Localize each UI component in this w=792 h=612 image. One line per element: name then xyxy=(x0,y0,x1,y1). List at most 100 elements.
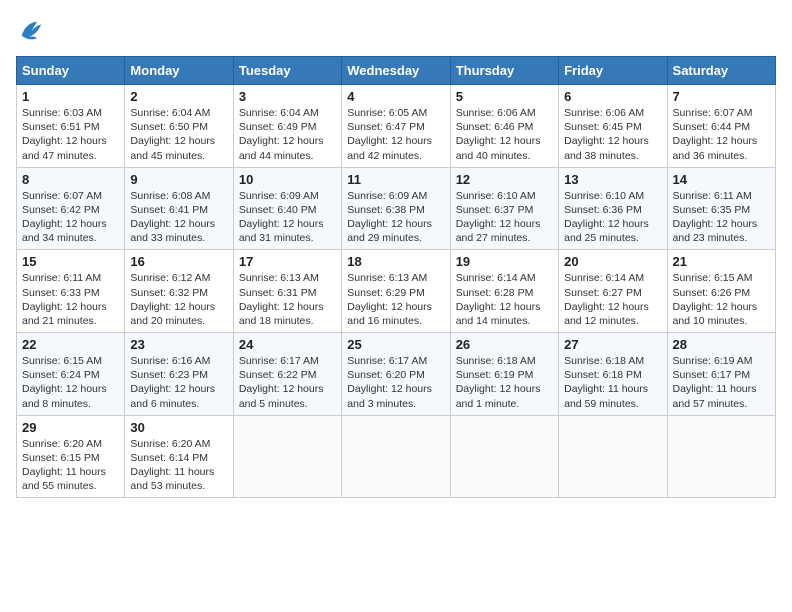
calendar-cell: 7 Sunrise: 6:07 AMSunset: 6:44 PMDaylight… xyxy=(667,85,775,168)
calendar-cell: 5Sunrise: 6:06 AMSunset: 6:46 PMDaylight… xyxy=(450,85,558,168)
cell-details: Sunrise: 6:11 AMSunset: 6:35 PMDaylight:… xyxy=(673,189,770,246)
calendar-cell: 9 Sunrise: 6:08 AMSunset: 6:41 PMDaylight… xyxy=(125,167,233,250)
cell-details: Sunrise: 6:10 AMSunset: 6:37 PMDaylight:… xyxy=(456,189,553,246)
calendar-cell: 6 Sunrise: 6:06 AMSunset: 6:45 PMDaylight… xyxy=(559,85,667,168)
day-number: 27 xyxy=(564,337,661,352)
calendar-cell: 14Sunrise: 6:11 AMSunset: 6:35 PMDayligh… xyxy=(667,167,775,250)
cell-details: Sunrise: 6:19 AMSunset: 6:17 PMDaylight:… xyxy=(673,354,770,411)
day-number: 12 xyxy=(456,172,553,187)
cell-details: Sunrise: 6:05 AMSunset: 6:47 PMDaylight:… xyxy=(347,106,444,163)
header-saturday: Saturday xyxy=(667,57,775,85)
day-number: 17 xyxy=(239,254,336,269)
calendar-cell: 26 Sunrise: 6:18 AMSunset: 6:19 PMDayligh… xyxy=(450,333,558,416)
calendar-cell: 17 Sunrise: 6:13 AMSunset: 6:31 PMDayligh… xyxy=(233,250,341,333)
day-number: 11 xyxy=(347,172,444,187)
calendar-cell: 21 Sunrise: 6:15 AMSunset: 6:26 PMDayligh… xyxy=(667,250,775,333)
logo xyxy=(16,16,48,44)
cell-details: Sunrise: 6:08 AMSunset: 6:41 PMDaylight:… xyxy=(130,189,227,246)
cell-details: Sunrise: 6:09 AMSunset: 6:40 PMDaylight:… xyxy=(239,189,336,246)
day-number: 1 xyxy=(22,89,119,104)
calendar-week-row: 29 Sunrise: 6:20 AMSunset: 6:15 PMDayligh… xyxy=(17,415,776,498)
calendar-week-row: 15 Sunrise: 6:11 AMSunset: 6:33 PMDayligh… xyxy=(17,250,776,333)
calendar-cell: 29 Sunrise: 6:20 AMSunset: 6:15 PMDayligh… xyxy=(17,415,125,498)
header-friday: Friday xyxy=(559,57,667,85)
cell-details: Sunrise: 6:13 AMSunset: 6:29 PMDaylight:… xyxy=(347,271,444,328)
cell-details: Sunrise: 6:09 AMSunset: 6:38 PMDaylight:… xyxy=(347,189,444,246)
day-number: 6 xyxy=(564,89,661,104)
logo-bird-icon xyxy=(16,16,44,44)
calendar-cell xyxy=(342,415,450,498)
calendar-header-row: SundayMondayTuesdayWednesdayThursdayFrid… xyxy=(17,57,776,85)
calendar-cell: 23Sunrise: 6:16 AMSunset: 6:23 PMDayligh… xyxy=(125,333,233,416)
calendar-cell: 25 Sunrise: 6:17 AMSunset: 6:20 PMDayligh… xyxy=(342,333,450,416)
day-number: 2 xyxy=(130,89,227,104)
cell-details: Sunrise: 6:20 AMSunset: 6:14 PMDaylight:… xyxy=(130,437,227,494)
day-number: 25 xyxy=(347,337,444,352)
day-number: 29 xyxy=(22,420,119,435)
cell-details: Sunrise: 6:04 AMSunset: 6:50 PMDaylight:… xyxy=(130,106,227,163)
header-sunday: Sunday xyxy=(17,57,125,85)
calendar-cell: 19 Sunrise: 6:14 AMSunset: 6:28 PMDayligh… xyxy=(450,250,558,333)
cell-details: Sunrise: 6:11 AMSunset: 6:33 PMDaylight:… xyxy=(22,271,119,328)
cell-details: Sunrise: 6:16 AMSunset: 6:23 PMDaylight:… xyxy=(130,354,227,411)
day-number: 24 xyxy=(239,337,336,352)
day-number: 10 xyxy=(239,172,336,187)
day-number: 13 xyxy=(564,172,661,187)
cell-details: Sunrise: 6:14 AMSunset: 6:28 PMDaylight:… xyxy=(456,271,553,328)
day-number: 20 xyxy=(564,254,661,269)
day-number: 30 xyxy=(130,420,227,435)
day-number: 4 xyxy=(347,89,444,104)
calendar-cell: 3Sunrise: 6:04 AMSunset: 6:49 PMDaylight… xyxy=(233,85,341,168)
calendar-cell: 18 Sunrise: 6:13 AMSunset: 6:29 PMDayligh… xyxy=(342,250,450,333)
header-tuesday: Tuesday xyxy=(233,57,341,85)
calendar-cell: 20 Sunrise: 6:14 AMSunset: 6:27 PMDayligh… xyxy=(559,250,667,333)
header-thursday: Thursday xyxy=(450,57,558,85)
cell-details: Sunrise: 6:15 AMSunset: 6:24 PMDaylight:… xyxy=(22,354,119,411)
header-monday: Monday xyxy=(125,57,233,85)
day-number: 21 xyxy=(673,254,770,269)
calendar-cell xyxy=(559,415,667,498)
cell-details: Sunrise: 6:20 AMSunset: 6:15 PMDaylight:… xyxy=(22,437,119,494)
day-number: 18 xyxy=(347,254,444,269)
calendar-cell: 2 Sunrise: 6:04 AMSunset: 6:50 PMDaylight… xyxy=(125,85,233,168)
day-number: 19 xyxy=(456,254,553,269)
cell-details: Sunrise: 6:07 AMSunset: 6:42 PMDaylight:… xyxy=(22,189,119,246)
cell-details: Sunrise: 6:18 AMSunset: 6:18 PMDaylight:… xyxy=(564,354,661,411)
calendar-table: SundayMondayTuesdayWednesdayThursdayFrid… xyxy=(16,56,776,498)
day-number: 5 xyxy=(456,89,553,104)
day-number: 7 xyxy=(673,89,770,104)
cell-details: Sunrise: 6:06 AMSunset: 6:45 PMDaylight:… xyxy=(564,106,661,163)
calendar-cell: 10 Sunrise: 6:09 AMSunset: 6:40 PMDayligh… xyxy=(233,167,341,250)
cell-details: Sunrise: 6:15 AMSunset: 6:26 PMDaylight:… xyxy=(673,271,770,328)
cell-details: Sunrise: 6:17 AMSunset: 6:22 PMDaylight:… xyxy=(239,354,336,411)
day-number: 16 xyxy=(130,254,227,269)
cell-details: Sunrise: 6:17 AMSunset: 6:20 PMDaylight:… xyxy=(347,354,444,411)
calendar-cell: 30 Sunrise: 6:20 AMSunset: 6:14 PMDayligh… xyxy=(125,415,233,498)
calendar-cell: 11 Sunrise: 6:09 AMSunset: 6:38 PMDayligh… xyxy=(342,167,450,250)
cell-details: Sunrise: 6:18 AMSunset: 6:19 PMDaylight:… xyxy=(456,354,553,411)
calendar-cell: 15 Sunrise: 6:11 AMSunset: 6:33 PMDayligh… xyxy=(17,250,125,333)
day-number: 8 xyxy=(22,172,119,187)
calendar-cell: 4 Sunrise: 6:05 AMSunset: 6:47 PMDaylight… xyxy=(342,85,450,168)
calendar-cell: 1Sunrise: 6:03 AMSunset: 6:51 PMDaylight… xyxy=(17,85,125,168)
cell-details: Sunrise: 6:12 AMSunset: 6:32 PMDaylight:… xyxy=(130,271,227,328)
day-number: 26 xyxy=(456,337,553,352)
day-number: 9 xyxy=(130,172,227,187)
header-wednesday: Wednesday xyxy=(342,57,450,85)
calendar-cell: 16 Sunrise: 6:12 AMSunset: 6:32 PMDayligh… xyxy=(125,250,233,333)
calendar-cell xyxy=(667,415,775,498)
calendar-week-row: 22Sunrise: 6:15 AMSunset: 6:24 PMDayligh… xyxy=(17,333,776,416)
cell-details: Sunrise: 6:14 AMSunset: 6:27 PMDaylight:… xyxy=(564,271,661,328)
page-header xyxy=(16,16,776,44)
calendar-week-row: 1Sunrise: 6:03 AMSunset: 6:51 PMDaylight… xyxy=(17,85,776,168)
calendar-cell: 8 Sunrise: 6:07 AMSunset: 6:42 PMDaylight… xyxy=(17,167,125,250)
calendar-cell: 12 Sunrise: 6:10 AMSunset: 6:37 PMDayligh… xyxy=(450,167,558,250)
day-number: 28 xyxy=(673,337,770,352)
calendar-cell xyxy=(450,415,558,498)
calendar-cell xyxy=(233,415,341,498)
day-number: 15 xyxy=(22,254,119,269)
calendar-cell: 22Sunrise: 6:15 AMSunset: 6:24 PMDayligh… xyxy=(17,333,125,416)
cell-details: Sunrise: 6:13 AMSunset: 6:31 PMDaylight:… xyxy=(239,271,336,328)
calendar-week-row: 8 Sunrise: 6:07 AMSunset: 6:42 PMDaylight… xyxy=(17,167,776,250)
cell-details: Sunrise: 6:07 AMSunset: 6:44 PMDaylight:… xyxy=(673,106,770,163)
